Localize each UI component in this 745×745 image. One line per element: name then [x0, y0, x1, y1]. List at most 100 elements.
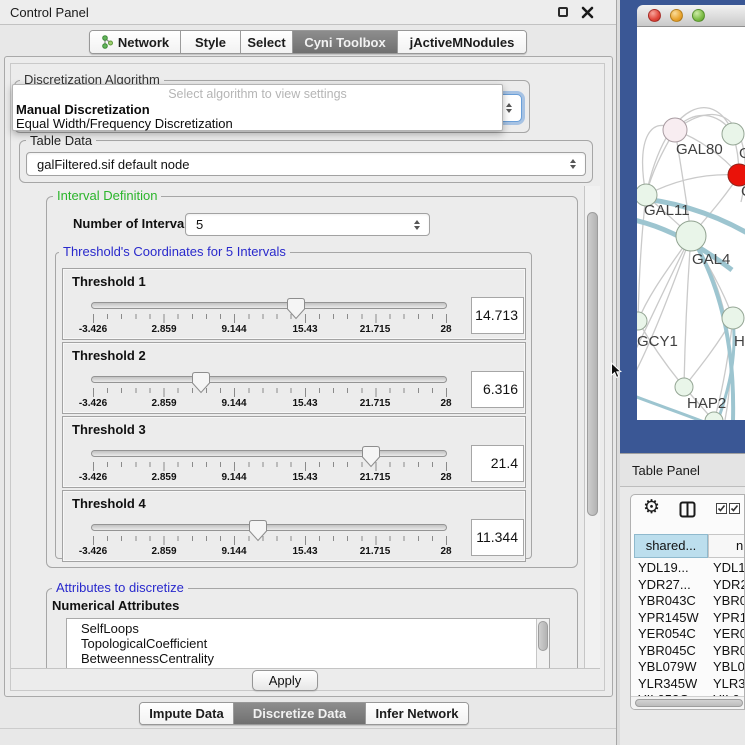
tick-label: 21.715	[340, 398, 410, 409]
tick-label: 9.144	[199, 398, 269, 409]
threshold-2-panel: Threshold 2 -3.426 2.859 9.144 15.43 21.…	[62, 342, 526, 414]
float-panel-icon[interactable]	[558, 7, 568, 17]
table-cell[interactable]: YPR1	[713, 610, 745, 625]
threshold-4-slider-thumb[interactable]	[248, 519, 268, 543]
window-minimize-button[interactable]	[670, 9, 683, 22]
threshold-1-value-field[interactable]: 14.713	[471, 297, 524, 334]
interval-definition-title: Interval Definition	[53, 189, 161, 203]
tab-impute-data[interactable]: Impute Data	[140, 703, 234, 724]
table-cell[interactable]: YER0	[713, 626, 745, 641]
threshold-3-major-ticks	[93, 462, 448, 471]
threshold-4-major-ticks	[93, 536, 448, 545]
threshold-1-slider-track[interactable]	[91, 302, 447, 309]
table-panel-titlebar: Table Panel	[620, 453, 745, 487]
list-item-selfloops[interactable]: SelfLoops	[81, 621, 139, 636]
tab-jactivemnodules[interactable]: jActiveMNodules	[398, 31, 526, 53]
attributes-list-scrollbar[interactable]	[536, 619, 549, 668]
network-icon	[101, 35, 113, 49]
settings-scroll-viewport: Interval Definition Number of Intervals …	[11, 186, 584, 668]
algorithm-dropdown-popup: Select algorithm to view settings Manual…	[12, 84, 503, 131]
table-data-group-title: Table Data	[26, 134, 96, 148]
threshold-3-panel: Threshold 3 -3.426 2.859 9.144 15.43 21.…	[62, 416, 526, 488]
threshold-2-slider-track[interactable]	[91, 376, 447, 383]
tick-label: 2.859	[129, 472, 199, 483]
table-cell[interactable]: YDL1	[713, 560, 745, 575]
network-window-titlebar[interactable]	[637, 5, 745, 27]
table-row[interactable]: YLR345W	[638, 676, 697, 691]
dropdown-placeholder: Select algorithm to view settings	[13, 87, 502, 101]
tick-label: 15.43	[270, 324, 340, 335]
table-cell[interactable]: YBL0	[713, 659, 745, 674]
threshold-1-major-ticks	[93, 314, 448, 323]
threshold-2-major-ticks	[93, 388, 448, 397]
tick-label: 15.43	[270, 398, 340, 409]
table-cell[interactable]: YDR2	[713, 577, 745, 592]
list-item-betweennesscentrality[interactable]: BetweennessCentrality	[81, 651, 214, 666]
dropdown-option-manual[interactable]: Manual Discretization	[16, 102, 150, 117]
numerical-attributes-heading: Numerical Attributes	[52, 598, 179, 613]
cyni-bottom-tabs: Impute Data Discretize Data Infer Networ…	[139, 702, 469, 725]
tab-select[interactable]: Select	[241, 31, 293, 53]
settings-scrollbar[interactable]	[584, 186, 600, 668]
threshold-2-value-field[interactable]: 6.316	[471, 371, 524, 408]
tick-label: -3.426	[58, 472, 128, 483]
table-panel-title: Table Panel	[632, 463, 700, 478]
select-rows-checkbox-icon[interactable]	[729, 503, 740, 514]
table-data-combobox[interactable]: galFiltered.sif default node	[26, 152, 586, 176]
threshold-4-value-field[interactable]: 11.344	[471, 519, 524, 556]
tab-infer-network-label: Infer Network	[375, 706, 458, 721]
apply-button[interactable]: Apply	[252, 670, 318, 691]
threshold-4-slider-track[interactable]	[91, 524, 447, 531]
table-settings-gear-icon[interactable]: ⚙	[643, 496, 660, 518]
table-data-combobox-value: galFiltered.sif default node	[37, 157, 189, 172]
split-columns-icon[interactable]	[679, 501, 696, 518]
table-cell[interactable]: YBR0	[713, 643, 745, 658]
tab-infer-network[interactable]: Infer Network	[366, 703, 468, 724]
table-cell[interactable]: YBR0	[713, 593, 745, 608]
table-row[interactable]: YDR27...	[638, 577, 691, 592]
threshold-3-value-field[interactable]: 21.4	[471, 445, 524, 482]
label-gal11: GAL11	[644, 202, 690, 219]
tick-label: -3.426	[58, 546, 128, 557]
window-close-button[interactable]	[648, 9, 661, 22]
tick-label: -3.426	[58, 324, 128, 335]
table-row[interactable]: YBR045C	[638, 643, 696, 658]
table-horizontal-scrollbar[interactable]	[631, 696, 745, 709]
table-row[interactable]: YER054C	[638, 626, 696, 641]
tab-impute-data-label: Impute Data	[149, 706, 223, 721]
network-canvas[interactable]: GAL80 G C GAL11 GAL4 GCY1 H HAP2	[637, 27, 745, 420]
tab-jactivemnodules-label: jActiveMNodules	[410, 35, 515, 50]
bottom-divider	[0, 728, 617, 729]
num-intervals-combobox[interactable]: 5	[185, 213, 430, 236]
mouse-cursor	[610, 362, 623, 380]
tab-cyni-toolbox[interactable]: Cyni Toolbox	[293, 31, 398, 53]
tab-discretize-data[interactable]: Discretize Data	[234, 703, 366, 724]
threshold-1-slider-thumb[interactable]	[286, 297, 306, 321]
table-cell[interactable]: YLR3	[713, 676, 745, 691]
numerical-attributes-list[interactable]: SelfLoops TopologicalCoefficient Between…	[66, 618, 550, 668]
list-item-topologicalcoefficient[interactable]: TopologicalCoefficient	[81, 636, 207, 651]
threshold-3-slider-thumb[interactable]	[361, 445, 381, 469]
column-header-name[interactable]: n	[708, 534, 745, 558]
window-zoom-button[interactable]	[692, 9, 705, 22]
threshold-2-slider-thumb[interactable]	[191, 371, 211, 395]
table-row[interactable]: YBL079W	[638, 659, 697, 674]
tick-label: 21.715	[340, 546, 410, 557]
table-row[interactable]: YPR145W	[638, 610, 699, 625]
dropdown-option-equal-width[interactable]: Equal Width/Frequency Discretization	[16, 116, 233, 131]
tab-discretize-data-label: Discretize Data	[253, 706, 346, 721]
tab-style[interactable]: Style	[181, 31, 241, 53]
algorithm-combo-arrows-icon	[506, 103, 512, 113]
threshold-3-slider-track[interactable]	[91, 450, 447, 457]
column-header-shared-name[interactable]: shared...	[634, 534, 708, 558]
threshold-4-label: Threshold 4	[72, 496, 146, 511]
table-row[interactable]: YBR043C	[638, 593, 696, 608]
threshold-1-panel: Threshold 1 -3.426 2.859 9.144 15.43 21.…	[62, 268, 526, 340]
node-h-clipped	[722, 307, 744, 329]
node-gal80	[663, 118, 687, 142]
close-panel-icon[interactable]	[581, 6, 594, 19]
screen: Control Panel Network Style Select Cyni …	[0, 0, 745, 745]
tab-network[interactable]: Network	[90, 31, 181, 53]
table-row[interactable]: YDL19...	[638, 560, 689, 575]
select-columns-checkbox-icon[interactable]	[716, 503, 727, 514]
